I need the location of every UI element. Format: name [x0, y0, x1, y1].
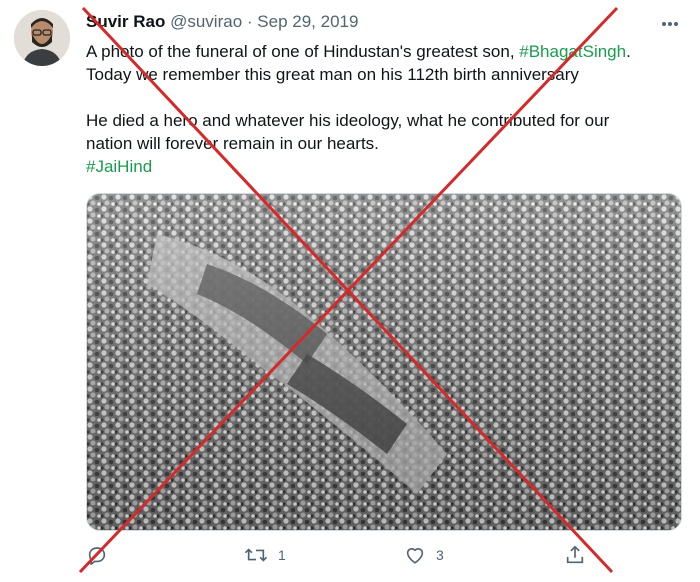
more-icon[interactable] [660, 14, 680, 34]
display-name[interactable]: Suvir Rao [86, 12, 165, 31]
text-segment: . [626, 42, 631, 61]
retweet-count: 1 [278, 547, 286, 563]
handle[interactable]: @suvirao [170, 12, 242, 31]
tweet-line-1: A photo of the funeral of one of Hindust… [86, 40, 676, 63]
like-action[interactable]: 3 [404, 544, 444, 566]
text-segment: A photo of the funeral of one of Hindust… [86, 42, 520, 61]
reply-action[interactable] [86, 544, 118, 566]
retweet-icon [244, 548, 268, 562]
tweet-photo[interactable] [86, 193, 682, 531]
share-action[interactable] [564, 544, 586, 566]
avatar[interactable] [14, 10, 70, 66]
tweet-actions: 1 3 [86, 540, 686, 572]
like-icon [406, 548, 424, 564]
reply-icon [88, 547, 106, 565]
tweet-text: A photo of the funeral of one of Hindust… [86, 40, 676, 178]
share-icon [566, 545, 584, 564]
hashtag-jaihind[interactable]: #JaiHind [86, 157, 152, 176]
tweet-card: Suvir Rao @suvirao · Sep 29, 2019 A phot… [0, 0, 700, 582]
tweet-line-3: He died a hero and whatever his ideology… [86, 111, 610, 130]
tweet-line-2: Today we remember this great man on his … [86, 65, 579, 84]
funeral-crowd-photo [87, 194, 681, 530]
retweet-action[interactable]: 1 [244, 544, 286, 566]
hashtag-bhagatsingh[interactable]: #BhagatSingh [519, 42, 626, 61]
tweet-line-4: nation will forever remain in our hearts… [86, 134, 379, 153]
avatar-image [14, 10, 70, 66]
like-count: 3 [436, 547, 444, 563]
tweet-header: Suvir Rao @suvirao · Sep 29, 2019 [86, 12, 358, 32]
separator: · [246, 12, 253, 31]
tweet-date[interactable]: Sep 29, 2019 [257, 12, 358, 31]
